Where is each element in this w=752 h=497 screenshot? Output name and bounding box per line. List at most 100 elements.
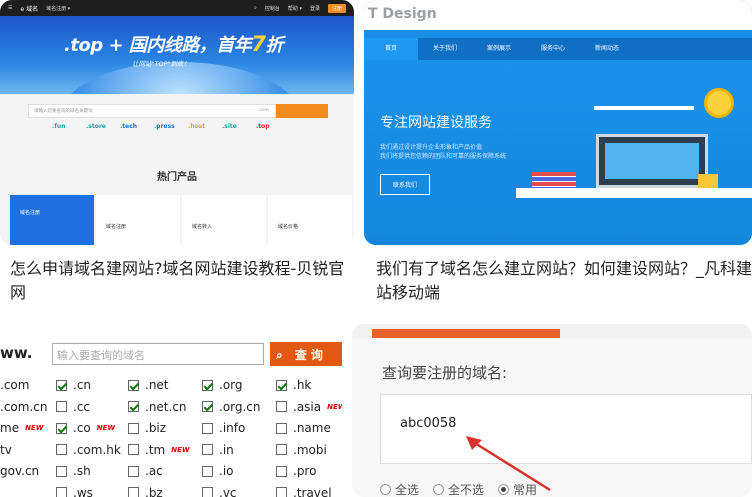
tld-option[interactable]: .bz: [128, 486, 163, 497]
checkbox[interactable]: [128, 465, 139, 477]
tld-option[interactable]: .cn: [56, 378, 91, 392]
domain-search-input[interactable]: 请输入您要查询的域名关键词 .com: [28, 104, 276, 118]
tld-option[interactable]: .net: [128, 378, 169, 392]
tld-option[interactable]: .io: [202, 464, 234, 478]
new-badge: NEW: [96, 424, 116, 432]
checkbox[interactable]: [56, 401, 67, 412]
tld-item[interactable]: .tech: [120, 123, 142, 130]
tld-option[interactable]: .name: [276, 421, 331, 435]
product-box[interactable]: 域名注册: [96, 195, 180, 245]
tld-option[interactable]: .org: [202, 378, 243, 392]
tld-item[interactable]: .host: [188, 123, 210, 130]
search-button[interactable]: [276, 104, 328, 118]
checkbox[interactable]: [276, 487, 287, 497]
menu-item[interactable]: 首页: [364, 38, 418, 60]
tld-option[interactable]: .com.hk: [56, 443, 121, 457]
radio-option[interactable]: 全不选: [433, 481, 484, 497]
tld-item[interactable]: .press: [154, 123, 176, 130]
product-box[interactable]: 域名转入: [182, 195, 266, 245]
menu-icon[interactable]: ☰: [8, 5, 12, 11]
tld-option[interactable]: .pro: [276, 464, 316, 478]
menu-item[interactable]: 案例展示: [472, 38, 526, 60]
menu-item[interactable]: 关于我们: [418, 38, 472, 60]
tld-option[interactable]: .vc: [202, 486, 237, 497]
tld-option[interactable]: gov.cn: [0, 464, 39, 478]
result-image-domain-list[interactable]: ww. 输入要查询的域名 ⌕ 查询 .com .cn .net .org .hk .com…: [0, 324, 342, 497]
tld-option[interactable]: .com.cn: [0, 400, 47, 414]
checkbox[interactable]: [56, 487, 67, 497]
product-box[interactable]: 域名注册: [10, 195, 94, 245]
checkbox[interactable]: [276, 444, 287, 455]
checkbox[interactable]: [128, 401, 139, 412]
site-logo[interactable]: e 域名: [20, 4, 38, 13]
tld-option[interactable]: .cc: [56, 400, 90, 414]
query-button[interactable]: ⌕ 查询: [270, 342, 342, 366]
result-image-fanke[interactable]: T Design 首页 关于我们 案例展示 服务中心 新闻动态 专注网站建设服务…: [364, 0, 752, 245]
result-caption[interactable]: 怎么申请域名建网站?域名网站建设教程-贝锐官网: [10, 257, 350, 305]
suffix-select[interactable]: .com: [258, 108, 269, 113]
radio-button[interactable]: [433, 484, 445, 495]
tld-option[interactable]: .hk: [276, 378, 311, 392]
domain-search-input[interactable]: 输入要查询的域名: [52, 343, 264, 365]
checkbox[interactable]: [56, 379, 67, 391]
product-box[interactable]: 域名价格: [268, 195, 352, 245]
checkbox[interactable]: [202, 444, 213, 455]
checkbox[interactable]: [128, 487, 139, 497]
tld-item[interactable]: .top: [256, 123, 278, 130]
active-tab[interactable]: [372, 329, 560, 338]
tld-item[interactable]: .store: [86, 123, 108, 130]
checkbox[interactable]: [202, 379, 213, 391]
radio-button[interactable]: [498, 484, 510, 495]
radio-option[interactable]: 全选: [380, 481, 419, 497]
tld-option[interactable]: .ac: [128, 464, 163, 478]
checkbox[interactable]: [276, 379, 287, 391]
nav-link[interactable]: 登录: [310, 5, 320, 12]
tld-option[interactable]: .tm NEW: [128, 443, 190, 457]
tld-label: tv: [0, 442, 12, 457]
checkbox[interactable]: [276, 422, 287, 434]
checkbox[interactable]: [202, 465, 213, 477]
radio-button[interactable]: [380, 484, 391, 495]
tld-option[interactable]: .asia NEW: [276, 400, 342, 414]
menu-item[interactable]: 服务中心: [526, 38, 580, 60]
tld-option[interactable]: me NEW: [0, 421, 43, 435]
checkbox[interactable]: [202, 487, 213, 497]
checkbox[interactable]: [128, 379, 139, 391]
checkbox[interactable]: [128, 422, 139, 434]
search-icon[interactable]: ⌕: [254, 5, 257, 11]
tld-option[interactable]: .ws: [56, 486, 93, 497]
tld-item[interactable]: .site: [222, 123, 244, 130]
nav-link[interactable]: 域名注册 ▾: [46, 5, 70, 12]
tld-option[interactable]: .info: [202, 421, 245, 435]
menu-item[interactable]: 新闻动态: [580, 38, 634, 60]
checkbox[interactable]: [202, 401, 213, 412]
contact-button[interactable]: 联系我们: [380, 174, 431, 195]
checkbox[interactable]: [56, 444, 67, 455]
nav-link[interactable]: 帮助 ▾: [288, 5, 302, 12]
result-image-register[interactable]: 查询要注册的域名: abc0058 全选 全不选 常用: [352, 324, 752, 497]
tld-option[interactable]: tv: [0, 443, 12, 457]
tld-option[interactable]: .co NEW: [56, 421, 115, 435]
domain-input-value[interactable]: abc0058: [400, 416, 456, 431]
checkbox[interactable]: [128, 444, 139, 455]
tld-label: .com: [0, 378, 30, 392]
tld-option[interactable]: .in: [202, 443, 234, 457]
tld-option[interactable]: .sh: [56, 464, 91, 478]
tld-option[interactable]: .net.cn: [128, 400, 187, 414]
tld-option[interactable]: .mobi: [276, 443, 327, 457]
register-button[interactable]: 注册: [327, 3, 346, 13]
checkbox[interactable]: [56, 422, 67, 434]
result-caption[interactable]: 我们有了域名怎么建立网站？如何建设网站？_凡科建站移动端: [376, 257, 752, 305]
checkbox[interactable]: [276, 401, 287, 412]
tld-option[interactable]: .com: [0, 378, 29, 392]
checkbox[interactable]: [56, 465, 67, 477]
nav-link[interactable]: 控制台: [265, 5, 280, 12]
checkbox[interactable]: [202, 422, 213, 434]
radio-option[interactable]: 常用: [498, 481, 537, 497]
tld-option[interactable]: .biz: [128, 421, 166, 435]
result-image-beirui[interactable]: ☰ e 域名 域名注册 ▾ ⌕ 控制台 帮助 ▾ 登录 注册 .top + 国内…: [0, 0, 354, 245]
checkbox[interactable]: [276, 465, 287, 477]
tld-option[interactable]: .travel: [276, 486, 332, 497]
tld-item[interactable]: .fun: [52, 123, 74, 130]
tld-option[interactable]: .org.cn: [202, 400, 261, 414]
